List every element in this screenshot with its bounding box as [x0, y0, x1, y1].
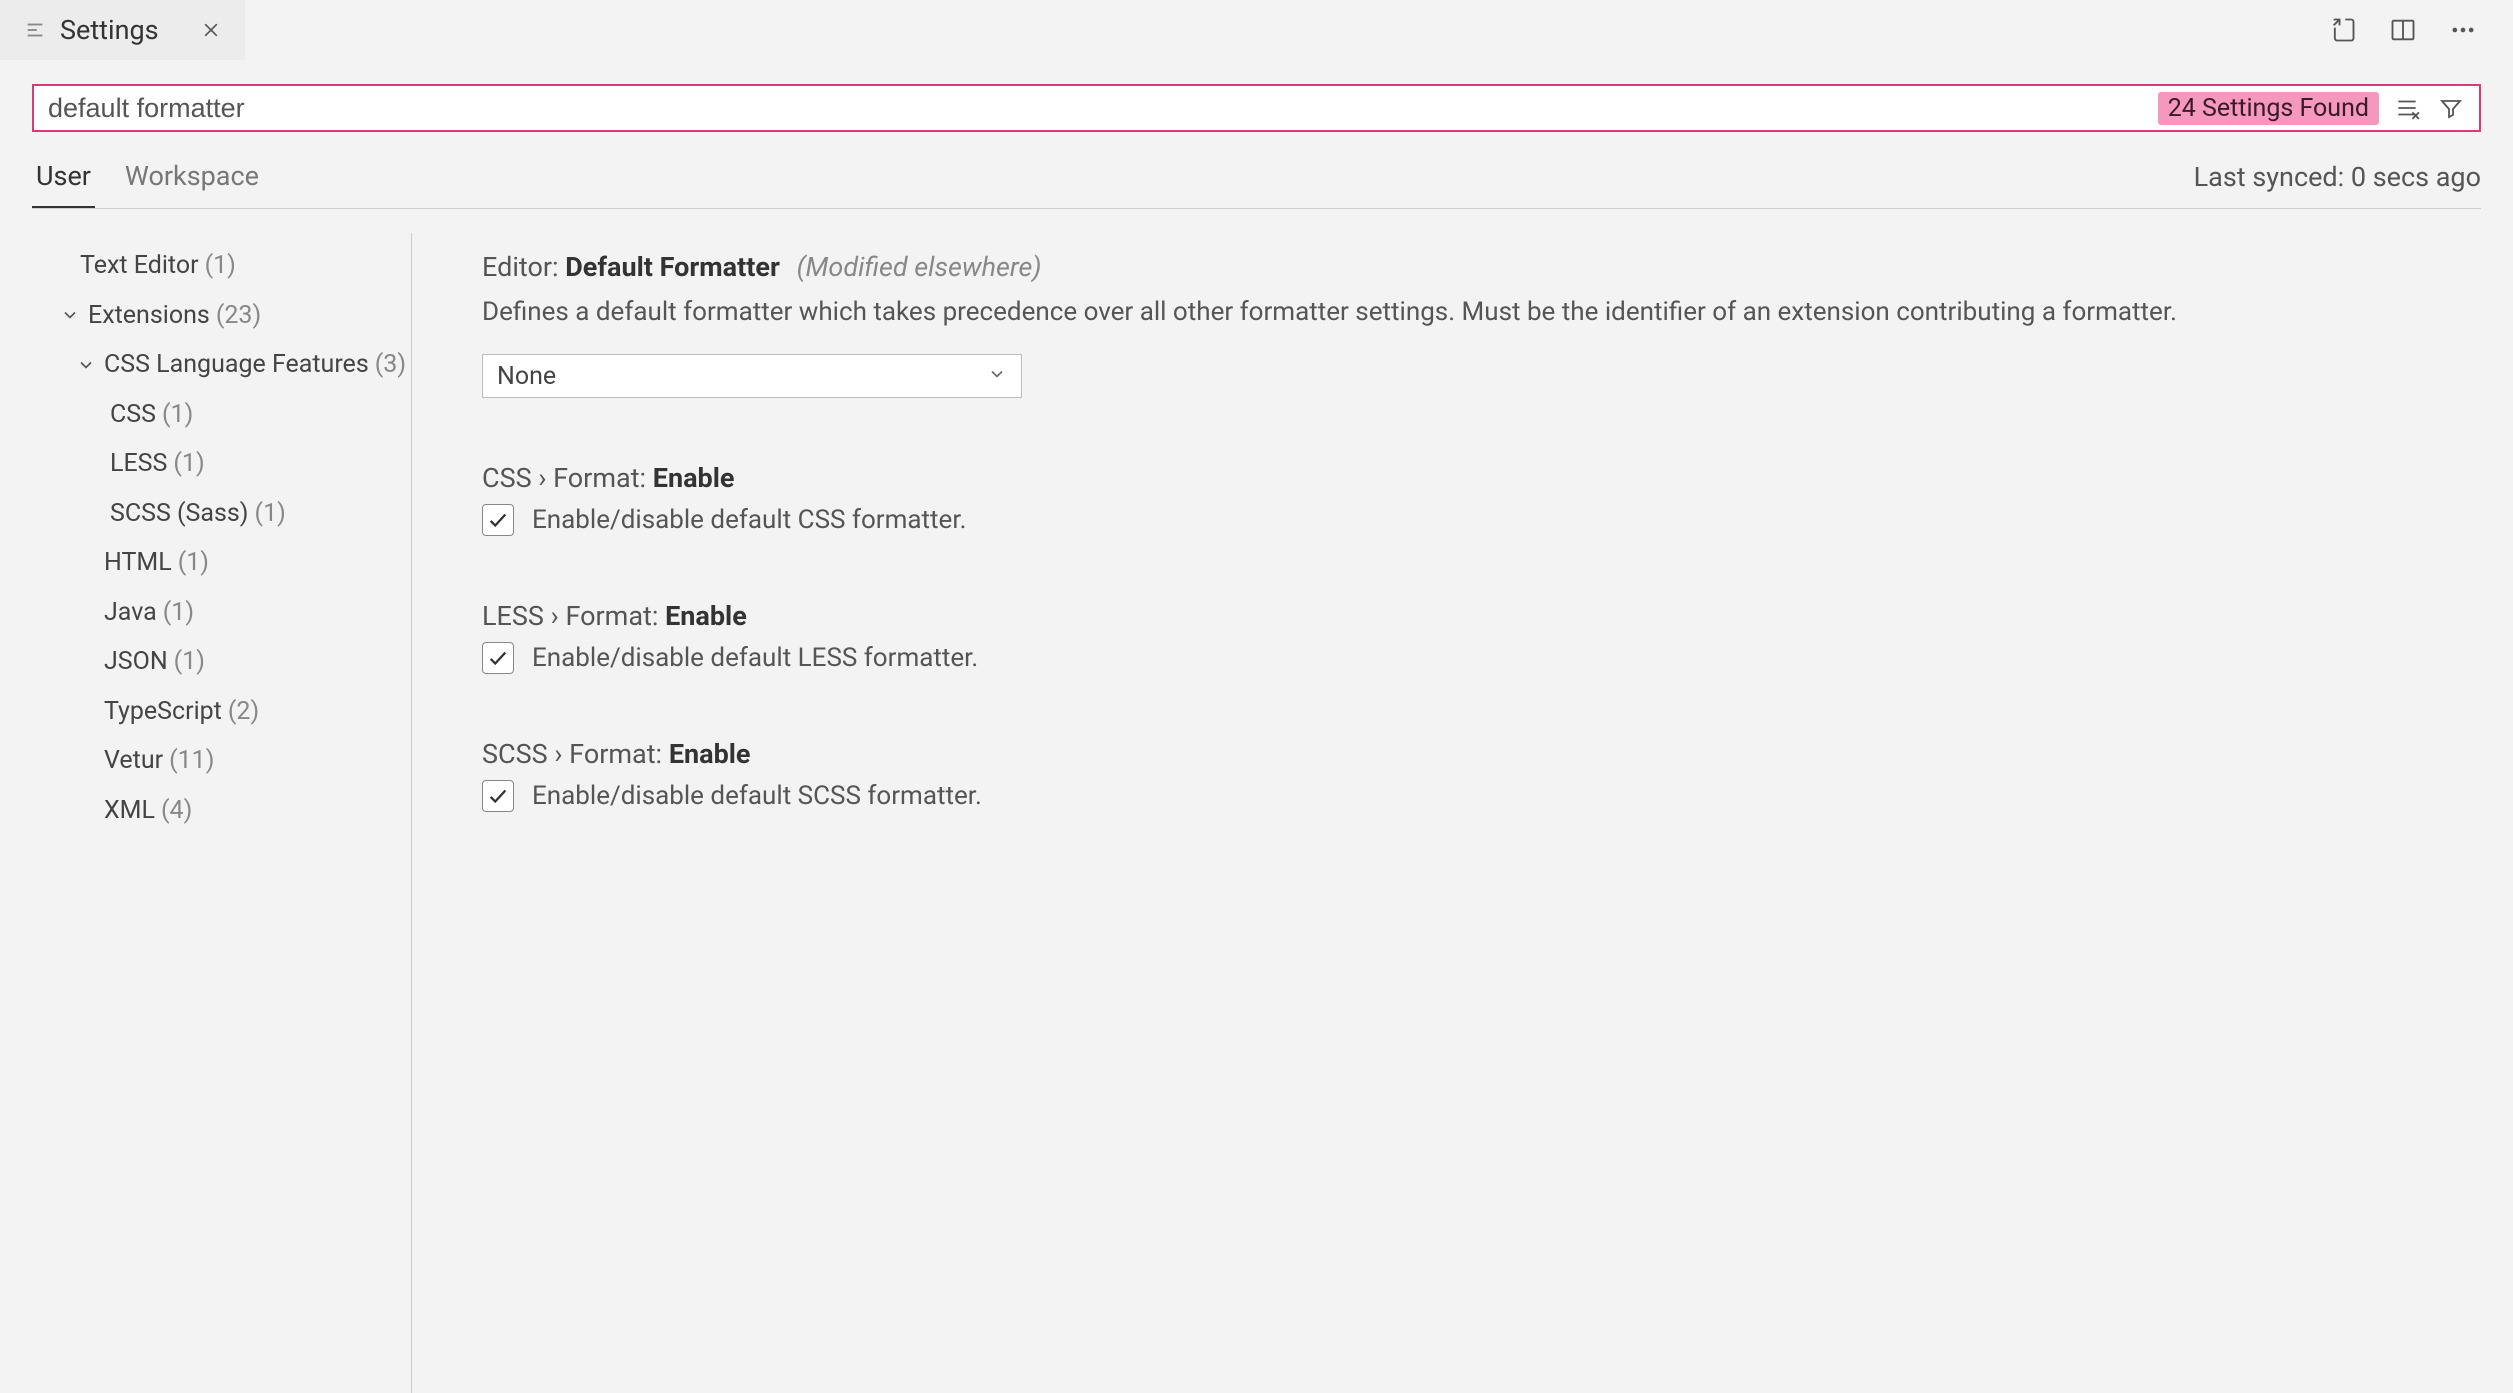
tree-count: (23)	[216, 297, 261, 335]
tree-css[interactable]: CSS (1)	[32, 390, 411, 440]
tree-css-lang-features[interactable]: CSS Language Features (3)	[32, 340, 411, 390]
settings-body: Text Editor (1) Extensions (23) CSS Lang…	[32, 233, 2481, 1393]
chevron-down-icon	[74, 355, 98, 375]
select-value: None	[497, 362, 556, 391]
tree-count: (11)	[169, 742, 214, 780]
tree-xml[interactable]: XML (4)	[32, 786, 411, 836]
settings-tree: Text Editor (1) Extensions (23) CSS Lang…	[32, 233, 412, 1393]
tree-label: XML	[104, 792, 155, 830]
tab-bar: Settings	[0, 0, 2513, 60]
tree-extensions[interactable]: Extensions (23)	[32, 291, 411, 341]
search-input[interactable]	[34, 86, 2158, 130]
tree-label: Text Editor	[80, 247, 199, 285]
setting-scope: Editor:	[482, 251, 565, 283]
tree-label: Java	[104, 594, 157, 632]
scss-format-enable-checkbox[interactable]	[482, 780, 514, 812]
setting-scope: CSS › Format:	[482, 462, 653, 494]
tree-json[interactable]: JSON (1)	[32, 637, 411, 687]
tree-label: Extensions	[88, 297, 210, 335]
setting-editor-default-formatter: Editor: Default Formatter (Modified else…	[482, 251, 2441, 398]
tree-label: Vetur	[104, 742, 163, 780]
tree-label: JSON	[104, 643, 168, 681]
tree-java[interactable]: Java (1)	[32, 588, 411, 638]
tab-title: Settings	[60, 14, 159, 46]
tree-count: (1)	[174, 643, 205, 681]
search-row: 24 Settings Found	[32, 84, 2481, 132]
clear-search-icon[interactable]	[2391, 92, 2423, 124]
css-format-enable-checkbox[interactable]	[482, 504, 514, 536]
setting-less-format-enable: LESS › Format: Enable Enable/disable def…	[482, 600, 2441, 674]
tree-label: CSS	[110, 396, 156, 434]
settings-content: Editor: Default Formatter (Modified else…	[412, 233, 2481, 1393]
checkbox-row: Enable/disable default CSS formatter.	[482, 504, 2441, 536]
chevron-down-icon	[58, 305, 82, 325]
search-box: 24 Settings Found	[32, 84, 2481, 132]
tree-count: (1)	[205, 247, 236, 285]
setting-scss-format-enable: SCSS › Format: Enable Enable/disable def…	[482, 738, 2441, 812]
tab-bar-left: Settings	[0, 0, 245, 60]
tree-scss[interactable]: SCSS (Sass) (1)	[32, 489, 411, 539]
sync-status: Last synced: 0 secs ago	[2194, 161, 2481, 207]
tab-settings[interactable]: Settings	[0, 0, 245, 60]
checkbox-row: Enable/disable default SCSS formatter.	[482, 780, 2441, 812]
setting-description: Enable/disable default SCSS formatter.	[532, 781, 982, 811]
setting-title: LESS › Format: Enable	[482, 600, 2441, 632]
setting-title: Editor: Default Formatter (Modified else…	[482, 251, 2441, 283]
setting-name: Default Formatter	[565, 251, 780, 283]
setting-scope: SCSS › Format:	[482, 738, 669, 770]
split-editor-icon[interactable]	[2383, 10, 2423, 50]
default-formatter-select[interactable]: None	[482, 354, 1022, 398]
setting-name: Enable	[665, 600, 747, 632]
search-actions	[2391, 92, 2479, 124]
tree-count: (4)	[161, 792, 192, 830]
scope-row: User Workspace Last synced: 0 secs ago	[32, 160, 2481, 209]
setting-description: Enable/disable default CSS formatter.	[532, 505, 966, 535]
open-settings-json-icon[interactable]	[2323, 10, 2363, 50]
tree-label: LESS	[110, 445, 167, 483]
tree-count: (3)	[375, 346, 406, 384]
setting-title: CSS › Format: Enable	[482, 462, 2441, 494]
less-format-enable-checkbox[interactable]	[482, 642, 514, 674]
tree-label: HTML	[104, 544, 172, 582]
tree-count: (1)	[162, 396, 193, 434]
tree-typescript[interactable]: TypeScript (2)	[32, 687, 411, 737]
scope-tab-user[interactable]: User	[32, 160, 95, 208]
filter-icon[interactable]	[2435, 92, 2467, 124]
close-icon[interactable]	[201, 20, 221, 40]
tree-label: SCSS (Sass)	[110, 495, 249, 533]
scope-tabs: User Workspace	[32, 160, 263, 208]
checkbox-row: Enable/disable default LESS formatter.	[482, 642, 2441, 674]
tree-less[interactable]: LESS (1)	[32, 439, 411, 489]
setting-scope: LESS › Format:	[482, 600, 665, 632]
tree-html[interactable]: HTML (1)	[32, 538, 411, 588]
tree-count: (1)	[178, 544, 209, 582]
tree-count: (1)	[173, 445, 204, 483]
more-actions-icon[interactable]	[2443, 10, 2483, 50]
search-results-count: 24 Settings Found	[2158, 92, 2379, 125]
setting-css-format-enable: CSS › Format: Enable Enable/disable defa…	[482, 462, 2441, 536]
setting-description: Enable/disable default LESS formatter.	[532, 643, 978, 673]
setting-title: SCSS › Format: Enable	[482, 738, 2441, 770]
tree-label: TypeScript	[104, 693, 222, 731]
setting-description: Defines a default formatter which takes …	[482, 293, 2441, 332]
tree-label: CSS Language Features	[104, 346, 369, 384]
tab-bar-actions	[2323, 10, 2513, 50]
scope-tab-workspace[interactable]: Workspace	[121, 160, 263, 208]
tree-text-editor[interactable]: Text Editor (1)	[32, 241, 411, 291]
tree-count: (1)	[163, 594, 194, 632]
tree-vetur[interactable]: Vetur (11)	[32, 736, 411, 786]
tree-count: (1)	[255, 495, 286, 533]
settings-preview-icon	[24, 19, 46, 41]
setting-modified-indicator: (Modified elsewhere)	[797, 251, 1042, 283]
tree-count: (2)	[228, 693, 259, 731]
setting-name: Enable	[653, 462, 735, 494]
chevron-down-icon	[987, 362, 1007, 391]
setting-name: Enable	[669, 738, 751, 770]
